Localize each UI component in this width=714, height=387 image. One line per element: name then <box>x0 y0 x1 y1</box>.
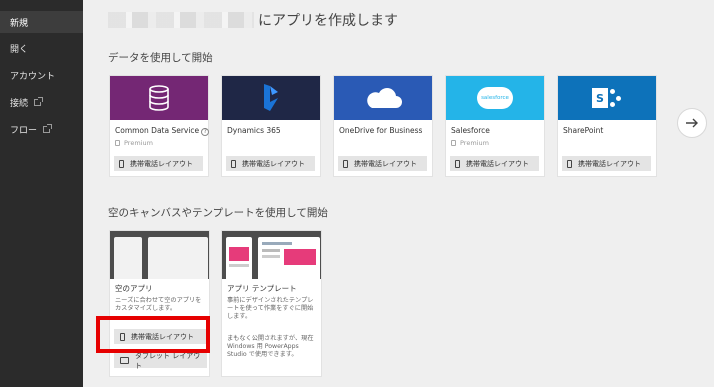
card-banner: salesforce <box>446 76 544 120</box>
card-name: Dynamics 365 <box>227 126 281 135</box>
card-name: OneDrive for Business <box>339 126 423 135</box>
phone-layout-button[interactable]: 携帯電話レイアウト <box>338 156 427 171</box>
card-banner <box>222 76 320 120</box>
card-app-template[interactable]: アプリ テンプレート 事前にデザインされたテンプレートを使って作業をすぐに開始し… <box>221 230 322 377</box>
card-banner <box>110 76 208 120</box>
phone-icon <box>119 159 124 168</box>
card-onedrive-for-business[interactable]: OneDrive for Business 携帯電話レイアウト <box>333 75 433 177</box>
card-description: ニーズに合わせて空のアプリをカスタマイズします。 <box>115 297 202 312</box>
phone-icon <box>567 159 572 168</box>
tablet-layout-button[interactable]: タブレット レイアウト <box>114 352 207 370</box>
card-salesforce[interactable]: salesforce Salesforce Premium 携帯電話レイアウト <box>445 75 545 177</box>
external-link-icon <box>43 123 53 133</box>
card-common-data-service[interactable]: Common Data Service? Premium 携帯電話レイアウト <box>109 75 210 177</box>
card-name: Common Data Service? <box>115 126 210 136</box>
phone-layout-button[interactable]: 携帯電話レイアウト <box>114 156 203 171</box>
template-thumbnail <box>222 231 321 279</box>
salesforce-logo-text: salesforce <box>481 95 509 101</box>
dynamics-icon <box>264 84 278 111</box>
sidebar-item-label: 接続 <box>10 98 29 109</box>
phone-layout-button[interactable]: 携帯電話レイアウト <box>226 156 315 171</box>
next-arrow-icon <box>686 118 698 128</box>
card-name: SharePoint <box>563 126 604 135</box>
redacted-environment-name <box>108 12 254 28</box>
sidebar-item-connections[interactable]: 接続 <box>0 91 83 113</box>
phone-icon <box>231 159 236 168</box>
cloud-icon <box>367 88 402 108</box>
next-arrow-button[interactable] <box>677 108 707 138</box>
card-note: まもなく公開されますが、現在 Windows 用 PowerApps Studi… <box>227 335 314 358</box>
highlight-annotation <box>96 316 210 353</box>
phone-layout-button[interactable]: 携帯電話レイアウト <box>450 156 539 171</box>
page-title: にアプリを作成します <box>258 13 398 29</box>
blank-app-thumbnail <box>110 231 209 279</box>
sidebar-item-account[interactable]: アカウント <box>0 64 83 86</box>
external-link-icon <box>34 96 44 106</box>
tablet-icon <box>120 357 129 364</box>
sidebar-item-label: 新規 <box>10 18 29 29</box>
card-banner <box>334 76 432 120</box>
premium-label: Premium <box>451 139 489 147</box>
sidebar-item-label: アカウント <box>10 71 56 82</box>
section-title-data: データを使用して開始 <box>108 52 213 64</box>
card-name: アプリ テンプレート <box>227 284 297 293</box>
card-description: 事前にデザインされたテンプレートを使って作業をすぐに開始します。 <box>227 297 314 320</box>
sidebar-item-new[interactable]: 新規 <box>0 11 83 33</box>
card-dynamics-365[interactable]: Dynamics 365 携帯電話レイアウト <box>221 75 321 177</box>
sidebar-item-open[interactable]: 開く <box>0 37 83 59</box>
sidebar-item-label: フロー <box>10 125 38 136</box>
phone-layout-button[interactable]: 携帯電話レイアウト <box>562 156 651 171</box>
sharepoint-icon: S <box>592 86 622 110</box>
premium-label: Premium <box>115 139 153 147</box>
phone-icon <box>343 159 348 168</box>
premium-icon <box>115 140 120 146</box>
sidebar-item-label: 開く <box>10 44 29 55</box>
card-blank-app[interactable]: 空のアプリ ニーズに合わせて空のアプリをカスタマイズします。 携帯電話レイアウト… <box>109 230 210 377</box>
card-name: Salesforce <box>451 126 490 135</box>
sharepoint-logo-text: S <box>596 91 604 105</box>
salesforce-icon: salesforce <box>477 87 513 109</box>
database-icon <box>149 85 169 111</box>
info-icon[interactable]: ? <box>201 128 210 136</box>
section-title-blank: 空のキャンバスやテンプレートを使用して開始 <box>108 207 328 219</box>
card-sharepoint[interactable]: S SharePoint 携帯電話レイアウト <box>557 75 657 177</box>
card-name: 空のアプリ <box>115 284 153 293</box>
sidebar: 新規 開く アカウント 接続 フロー <box>0 0 83 387</box>
premium-icon <box>451 140 456 146</box>
phone-icon <box>455 159 460 168</box>
sidebar-item-flows[interactable]: フロー <box>0 118 83 140</box>
card-banner: S <box>558 76 656 120</box>
